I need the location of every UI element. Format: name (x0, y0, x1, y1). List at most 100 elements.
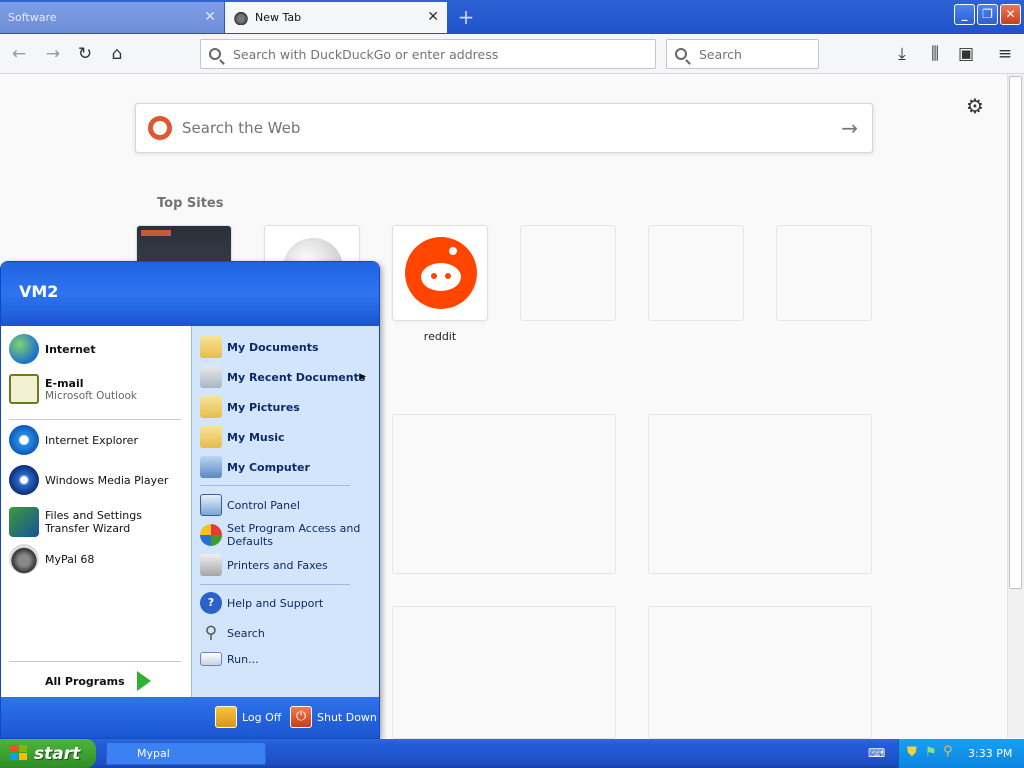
url-bar[interactable]: Search with DuckDuckGo or enter address (200, 39, 656, 69)
clock: 3:33 PM (968, 747, 1013, 760)
start-item-label: Help and Support (227, 596, 324, 610)
start-item-label: My Pictures (227, 400, 300, 414)
outlook-icon (9, 374, 39, 404)
start-item-internet-explorer[interactable]: Internet Explorer (9, 425, 138, 455)
divider (200, 485, 350, 486)
network-icon[interactable]: ⚑ (925, 745, 937, 760)
start-item-label: Control Panel (227, 498, 300, 512)
printer-icon (200, 554, 222, 576)
start-menu-header: VM2 (1, 262, 379, 326)
highlight-card-empty (392, 606, 616, 739)
start-item-sublabel: Microsoft Outlook (45, 389, 138, 402)
back-arrow-icon[interactable]: ← (6, 42, 32, 66)
highlight-card-empty (392, 414, 616, 574)
scrollbar-thumb[interactable] (1009, 76, 1022, 589)
close-button[interactable]: ✕ (1000, 4, 1021, 25)
menu-icon[interactable]: ≡ (992, 42, 1018, 66)
computer-icon (200, 456, 222, 478)
sidebar-icon[interactable]: ▣ (953, 42, 979, 66)
log-off-label: Log Off (242, 710, 282, 724)
program-access-icon (200, 524, 222, 546)
shut-down-button[interactable]: ⏻ Shut Down (290, 706, 377, 728)
top-site-empty (648, 225, 744, 321)
key-icon (215, 706, 237, 728)
gear-icon[interactable]: ⚙ (966, 94, 984, 118)
all-programs-button[interactable]: All Programs (45, 671, 151, 691)
taskbar-item-mypal[interactable]: Mypal (106, 742, 266, 765)
start-item-program-access[interactable]: Set Program Access and Defaults (200, 522, 370, 548)
arrow-right-icon[interactable]: → (841, 116, 858, 140)
tab-new-tab[interactable]: New Tab ✕ (225, 2, 447, 33)
start-item-my-music[interactable]: My Music (200, 426, 285, 448)
start-item-transfer-wizard[interactable]: Files and Settings Transfer Wizard (9, 507, 185, 537)
top-site-empty (520, 225, 616, 321)
start-item-my-documents[interactable]: My Documents (200, 336, 319, 358)
start-item-label: E-mail (45, 376, 84, 390)
start-menu-right-pane: My Documents My Recent Documents ▶ My Pi… (191, 326, 379, 697)
submenu-arrow-icon: ▶ (359, 372, 366, 382)
top-site-reddit[interactable] (392, 225, 488, 321)
web-search-placeholder: Search the Web (182, 119, 301, 137)
new-tab-button[interactable]: + (452, 4, 480, 30)
start-item-recent-documents[interactable]: My Recent Documents ▶ (200, 366, 376, 388)
highlight-card-empty (648, 606, 872, 739)
maximize-button[interactable]: ❐ (977, 4, 998, 25)
tab-close-icon[interactable]: ✕ (427, 10, 439, 24)
start-item-mypal[interactable]: MyPal 68 (9, 544, 94, 574)
start-item-label: Internet (45, 342, 96, 356)
reload-icon[interactable]: ↻ (72, 42, 98, 66)
start-item-run[interactable]: Run... (200, 652, 259, 666)
start-item-help[interactable]: ? Help and Support (200, 592, 323, 614)
start-menu-footer: Log Off ⏻ Shut Down (1, 697, 379, 738)
download-icon[interactable]: ⤓ (889, 42, 915, 66)
start-item-email[interactable]: E-mail Microsoft Outlook (9, 374, 137, 404)
library-icon[interactable]: ⫼ (922, 42, 948, 66)
all-programs-label: All Programs (45, 674, 125, 688)
start-item-control-panel[interactable]: Control Panel (200, 494, 300, 516)
help-icon: ? (200, 592, 222, 614)
divider (9, 419, 181, 420)
start-item-label: My Recent Documents (227, 370, 366, 384)
control-panel-icon (200, 494, 222, 516)
top-site-label: reddit (423, 330, 457, 343)
user-name: VM2 (19, 282, 59, 301)
reddit-logo-icon (405, 237, 477, 309)
start-item-printers[interactable]: Printers and Faxes (200, 554, 328, 576)
start-label: start (34, 743, 81, 764)
web-search-box[interactable]: Search the Web → (135, 103, 873, 153)
url-placeholder: Search with DuckDuckGo or enter address (233, 46, 499, 62)
start-item-media-player[interactable]: Windows Media Player (9, 465, 168, 495)
site-thumbnail (141, 230, 171, 236)
minimize-button[interactable]: _ (954, 4, 975, 25)
forward-arrow-icon[interactable]: → (40, 42, 66, 66)
green-arrow-icon (136, 671, 151, 691)
start-item-label: My Music (227, 430, 285, 444)
start-item-label: Run... (227, 652, 259, 666)
transfer-wizard-icon (9, 507, 39, 537)
start-item-label: Set Program Access and Defaults (227, 522, 361, 548)
recent-documents-icon (200, 366, 222, 388)
log-off-button[interactable]: Log Off (215, 706, 281, 728)
start-item-label: Printers and Faxes (227, 558, 328, 572)
start-item-label: My Computer (227, 460, 310, 474)
search-tray-icon[interactable]: ⚲ (943, 744, 953, 759)
start-item-label: Search (227, 626, 265, 640)
security-shield-icon[interactable]: ⛊ (907, 745, 917, 760)
tab-software[interactable]: Software ✕ (0, 2, 224, 33)
search-icon: ⚲ (204, 623, 218, 643)
start-item-my-pictures[interactable]: My Pictures (200, 396, 300, 418)
start-item-label: MyPal 68 (45, 552, 95, 566)
media-player-icon (9, 465, 39, 495)
tab-close-icon[interactable]: ✕ (204, 10, 216, 24)
search-placeholder: Search (699, 46, 742, 62)
keyboard-icon[interactable]: ⌨ (868, 746, 885, 760)
windows-logo-icon (10, 745, 27, 760)
mypal-icon (9, 544, 39, 574)
start-item-internet[interactable]: Internet (9, 334, 96, 364)
start-item-search[interactable]: ⚲ Search (200, 622, 265, 644)
shut-down-label: Shut Down (317, 710, 377, 724)
home-icon[interactable]: ⌂ (104, 42, 130, 66)
search-bar[interactable]: Search (666, 39, 819, 69)
start-item-my-computer[interactable]: My Computer (200, 456, 310, 478)
task-label: Mypal (137, 747, 170, 760)
